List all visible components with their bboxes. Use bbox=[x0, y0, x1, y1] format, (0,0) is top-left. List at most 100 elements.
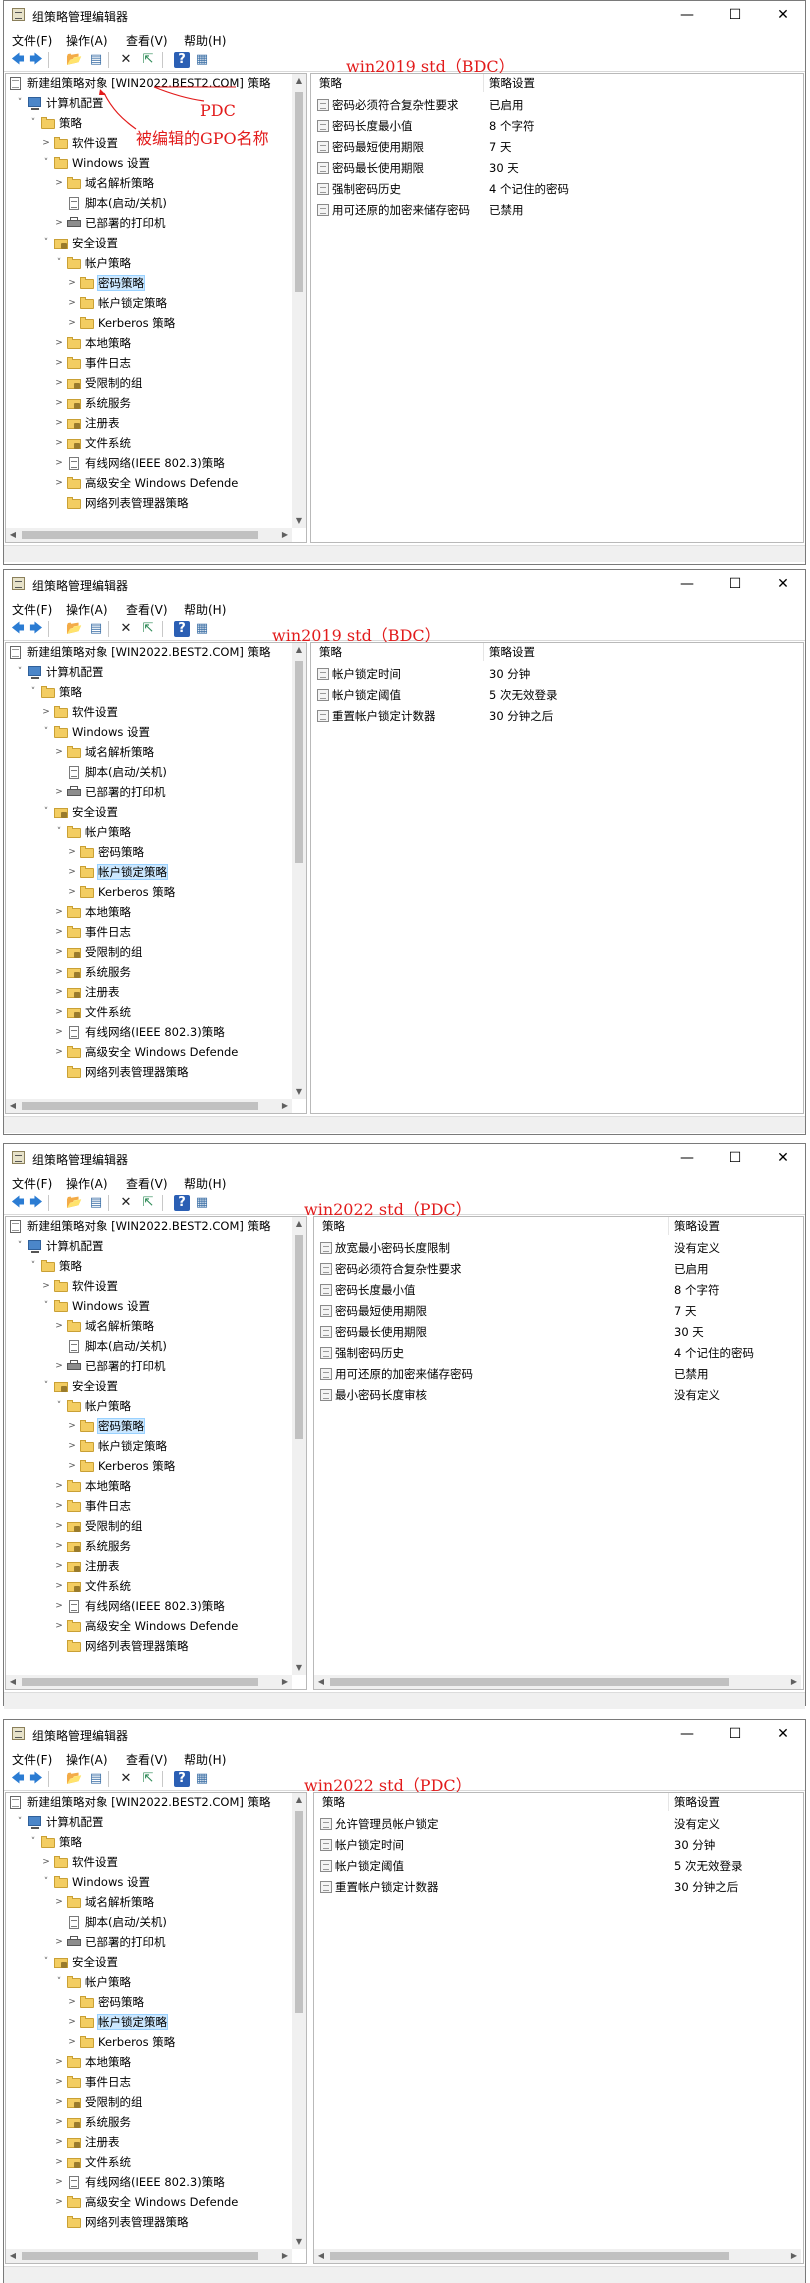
tree-expander-icon[interactable]: > bbox=[52, 2173, 66, 2192]
export-icon[interactable]: ⇱ bbox=[140, 621, 156, 637]
tree-item[interactable]: ˅ 计算机配置 bbox=[13, 663, 104, 682]
tree-horizontal-scrollbar[interactable]: ◀ ▶ bbox=[6, 2249, 292, 2263]
up-folder-icon[interactable]: 📂 bbox=[66, 621, 82, 637]
tree-expander-icon[interactable]: ˅ bbox=[39, 723, 53, 742]
tree-item[interactable]: > 域名解析策略 bbox=[52, 1317, 154, 1336]
scroll-up-icon[interactable]: ▲ bbox=[292, 1217, 306, 1231]
tree-item[interactable]: > 文件系统 bbox=[52, 1577, 131, 1596]
tree-expander-icon[interactable]: > bbox=[52, 2193, 66, 2212]
tree-item[interactable]: > 有线网络(IEEE 802.3)策略 bbox=[52, 1597, 225, 1616]
policy-row[interactable]: 密码必须符合复杂性要求 bbox=[320, 1260, 668, 1278]
scroll-right-icon[interactable]: ▶ bbox=[278, 2249, 292, 2263]
minimize-button[interactable]: — bbox=[664, 1720, 710, 1748]
tree-expander-icon[interactable]: ˅ bbox=[39, 803, 53, 822]
policy-setting[interactable]: 30 分钟 bbox=[489, 665, 530, 683]
scroll-down-icon[interactable]: ▼ bbox=[292, 1661, 306, 1675]
tree-item[interactable]: > 帐户锁定策略 bbox=[65, 1437, 167, 1456]
delete-icon[interactable]: ✕ bbox=[118, 1195, 134, 1211]
policy-setting[interactable]: 没有定义 bbox=[674, 1386, 720, 1404]
policy-setting[interactable]: 4 个记住的密码 bbox=[674, 1344, 754, 1362]
tree-item[interactable]: > 密码策略 bbox=[65, 843, 144, 862]
policy-setting[interactable]: 4 个记住的密码 bbox=[489, 180, 569, 198]
policy-list[interactable]: 策略 ⌃ 策略设置 允许管理员帐户锁定 没有定义 帐户锁定时间 30 分钟 帐户锁定阈值 5 次… bbox=[313, 1792, 804, 2264]
tree-item[interactable]: ˅ 策略 bbox=[26, 1257, 82, 1276]
tree-expander-icon[interactable]: ˅ bbox=[26, 1257, 40, 1276]
tree-expander-icon[interactable]: ˅ bbox=[39, 1297, 53, 1316]
tree-expander-icon[interactable]: ˅ bbox=[52, 823, 66, 842]
tree-expander-icon[interactable]: > bbox=[65, 294, 79, 313]
column-separator[interactable] bbox=[668, 1793, 669, 1811]
menu-item[interactable]: 查看(V) bbox=[126, 601, 168, 618]
tree-item[interactable]: > 已部署的打印机 bbox=[52, 1357, 165, 1376]
tree-item[interactable]: ˅ Windows 设置 bbox=[39, 1873, 150, 1892]
column-header-setting[interactable]: 策略设置 bbox=[674, 1217, 720, 1235]
export-icon[interactable]: ⇱ bbox=[140, 1771, 156, 1787]
menu-item[interactable]: 查看(V) bbox=[126, 32, 168, 49]
tree-item[interactable]: > 已部署的打印机 bbox=[52, 214, 165, 233]
title-bar[interactable]: 组策略管理编辑器 — ☐ ✕ bbox=[4, 570, 805, 598]
tree-item[interactable]: ˅ 策略 bbox=[26, 1833, 82, 1852]
tree-item[interactable]: > 高级安全 Windows Defende bbox=[52, 2193, 238, 2212]
tree-expander-icon[interactable]: ˅ bbox=[26, 1833, 40, 1852]
menu-item[interactable]: 帮助(H) bbox=[184, 601, 226, 618]
policy-setting[interactable]: 8 个字符 bbox=[489, 117, 534, 135]
maximize-button[interactable]: ☐ bbox=[712, 570, 758, 598]
tree-item[interactable]: ˅ 安全设置 bbox=[39, 1953, 118, 1972]
menu-item[interactable]: 操作(A) bbox=[66, 32, 108, 49]
export-icon[interactable]: ⇱ bbox=[140, 1195, 156, 1211]
tree-expander-icon[interactable]: > bbox=[52, 1497, 66, 1516]
tree-expander-icon[interactable]: > bbox=[52, 1043, 66, 1062]
tree-item[interactable]: ˅ 安全设置 bbox=[39, 1377, 118, 1396]
tree-item[interactable]: > 本地策略 bbox=[52, 1477, 131, 1496]
tree-expander-icon[interactable]: ˅ bbox=[52, 1973, 66, 1992]
tree-expander-icon[interactable]: > bbox=[52, 1617, 66, 1636]
policy-row[interactable]: 密码最短使用期限 bbox=[317, 138, 483, 156]
tree-item[interactable]: ˅ 安全设置 bbox=[39, 234, 118, 253]
scroll-left-icon[interactable]: ◀ bbox=[6, 1675, 20, 1689]
tree-item[interactable]: > 已部署的打印机 bbox=[52, 1933, 165, 1952]
scroll-left-icon[interactable]: ◀ bbox=[6, 1099, 20, 1113]
menu-item[interactable]: 文件(F) bbox=[12, 1175, 52, 1192]
tree-expander-icon[interactable]: > bbox=[65, 883, 79, 902]
maximize-button[interactable]: ☐ bbox=[712, 1720, 758, 1748]
delete-icon[interactable]: ✕ bbox=[118, 621, 134, 637]
policy-setting[interactable]: 已禁用 bbox=[489, 201, 524, 219]
tree-expander-icon[interactable]: > bbox=[52, 923, 66, 942]
tree-expander-icon[interactable]: > bbox=[52, 1577, 66, 1596]
policy-setting[interactable]: 30 分钟 bbox=[674, 1836, 715, 1854]
up-folder-icon[interactable]: 📂 bbox=[66, 1771, 82, 1787]
tree-expander-icon[interactable]: ˅ bbox=[13, 94, 27, 113]
back-arrow-icon[interactable]: 🡄 bbox=[10, 1195, 26, 1211]
show-tree-icon[interactable]: ▤ bbox=[88, 621, 104, 637]
scrollbar-thumb[interactable] bbox=[295, 661, 303, 863]
delete-icon[interactable]: ✕ bbox=[118, 1771, 134, 1787]
tree-item[interactable]: > 事件日志 bbox=[52, 1497, 131, 1516]
tree-expander-icon[interactable]: > bbox=[39, 1853, 53, 1872]
policy-row[interactable]: 密码必须符合复杂性要求 bbox=[317, 96, 483, 114]
properties-icon[interactable]: ▦ bbox=[194, 1771, 210, 1787]
minimize-button[interactable]: — bbox=[664, 1, 710, 29]
tree-expander-icon[interactable]: > bbox=[52, 354, 66, 373]
policy-row[interactable]: 帐户锁定时间 bbox=[320, 1836, 668, 1854]
tree-item[interactable]: 网络列表管理器策略 bbox=[52, 1063, 189, 1082]
tree-expander-icon[interactable]: > bbox=[65, 274, 79, 293]
policy-setting[interactable]: 没有定义 bbox=[674, 1815, 720, 1833]
tree-expander-icon[interactable]: > bbox=[65, 1417, 79, 1436]
navigation-tree[interactable]: 新建组策略对象 [WIN2022.BEST2.COM] 策略 ˅ 计算机配置 ˅ 策略 >… bbox=[5, 1216, 307, 1690]
tree-expander-icon[interactable]: > bbox=[39, 1277, 53, 1296]
menu-item[interactable]: 文件(F) bbox=[12, 1751, 52, 1768]
tree-expander-icon[interactable]: > bbox=[39, 134, 53, 153]
column-header-policy[interactable]: 策略 bbox=[319, 74, 342, 92]
tree-item[interactable]: > 密码策略 bbox=[65, 1993, 144, 2012]
menu-item[interactable]: 操作(A) bbox=[66, 1751, 108, 1768]
list-horizontal-scrollbar[interactable]: ◀ ▶ bbox=[314, 2249, 801, 2263]
tree-item[interactable]: 网络列表管理器策略 bbox=[52, 1637, 189, 1656]
tree-expander-icon[interactable]: ˅ bbox=[39, 1377, 53, 1396]
tree-expander-icon[interactable]: > bbox=[52, 454, 66, 473]
policy-row[interactable]: 允许管理员帐户锁定 bbox=[320, 1815, 668, 1833]
tree-item[interactable]: > 软件设置 bbox=[39, 1277, 118, 1296]
maximize-button[interactable]: ☐ bbox=[712, 1, 758, 29]
menu-item[interactable]: 帮助(H) bbox=[184, 1175, 226, 1192]
tree-root-gpo[interactable]: 新建组策略对象 [WIN2022.BEST2.COM] 策略 bbox=[8, 1793, 271, 1812]
policy-row[interactable]: 强制密码历史 bbox=[317, 180, 483, 198]
